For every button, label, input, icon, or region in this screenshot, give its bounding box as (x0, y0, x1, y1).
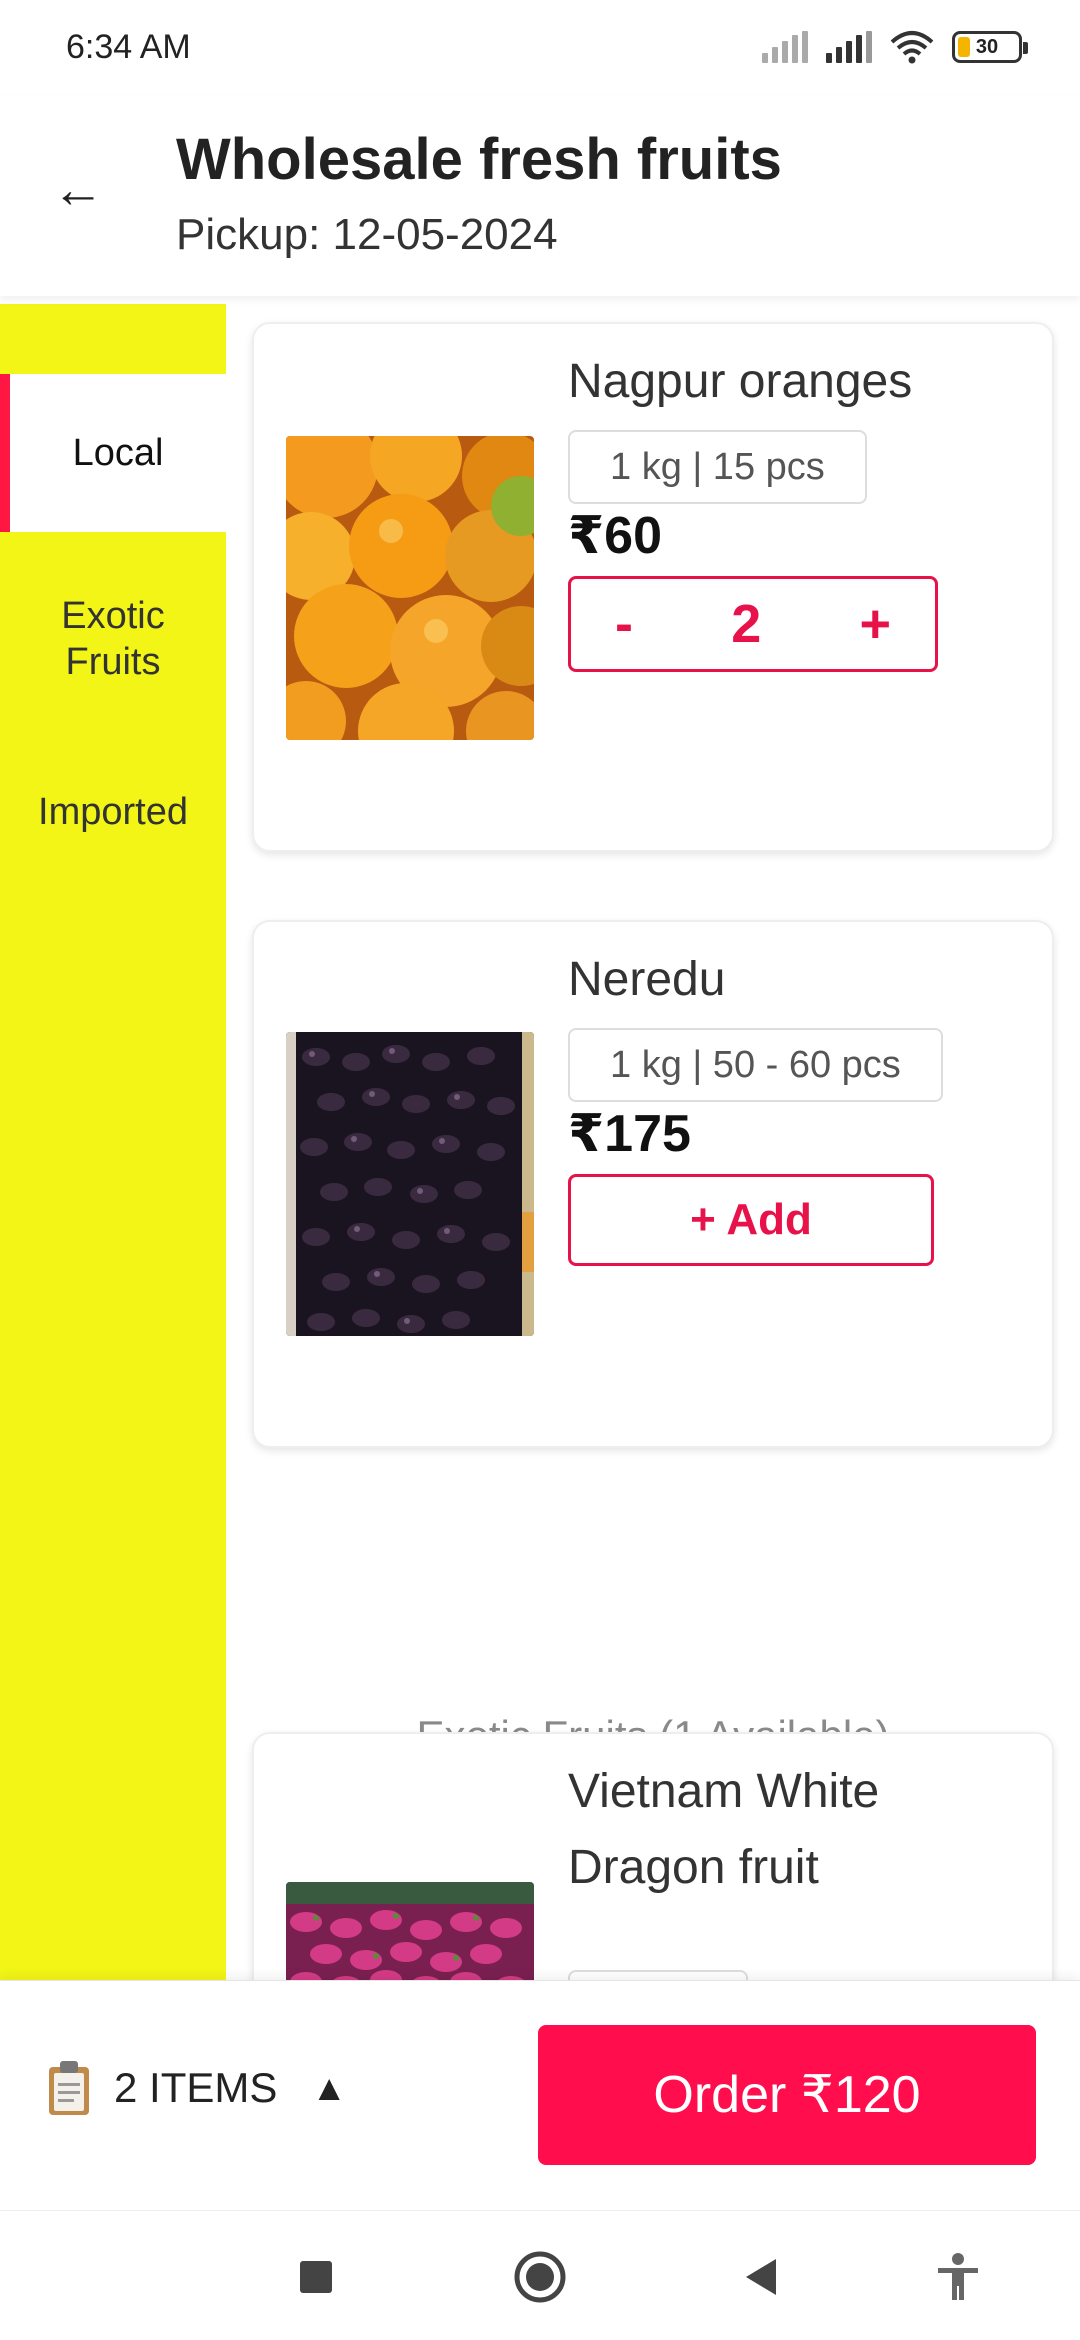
pickup-date: Pickup: 12-05-2024 (176, 210, 558, 259)
home-icon[interactable] (512, 2249, 568, 2305)
clipboard-icon (49, 2061, 89, 2115)
battery-icon: 30 (952, 31, 1028, 63)
status-icons: 30 (762, 30, 1028, 64)
sidebar-item-exotic-fruits[interactable]: Exotic Fruits (0, 584, 226, 694)
recents-icon[interactable] (288, 2249, 344, 2305)
product-name: Neredu (568, 953, 726, 1006)
quantity-stepper: - 2 + (568, 576, 938, 672)
product-price: ₹175 (568, 1105, 691, 1163)
cart-summary[interactable]: 2 ITEMS ▲ (46, 2059, 347, 2117)
product-name: Nagpur oranges (568, 355, 913, 408)
product-unit (568, 1970, 748, 1980)
sidebar-item-local[interactable]: Local (0, 374, 226, 532)
product-card: Vietnam White Dragon fruit (252, 1732, 1054, 1980)
product-card: Nagpur oranges 1 kg | 15 pcs ₹60 - 2 + (252, 322, 1054, 852)
sidebar-item-imported[interactable]: Imported (0, 782, 226, 842)
back-arrow-icon[interactable]: ← (52, 160, 112, 220)
battery-level: 30 (975, 35, 999, 58)
product-card: Neredu 1 kg | 50 - 60 pcs ₹175 + Add (252, 920, 1054, 1448)
caret-up-icon: ▲ (311, 2067, 348, 2108)
jamun-image (286, 1032, 534, 1336)
app-header: ← Wholesale fresh fruits Pickup: 12-05-2… (0, 96, 1080, 296)
product-price: ₹60 (568, 507, 663, 565)
sidebar-item-label: Imported (38, 791, 188, 833)
product-unit: 1 kg | 50 - 60 pcs (568, 1028, 943, 1102)
product-name: Vietnam White Dragon fruit (568, 1765, 880, 1894)
category-sidebar: Local Exotic Fruits Imported (0, 304, 226, 1984)
order-bar: 2 ITEMS ▲ Order ₹120 (0, 1980, 1080, 2210)
status-time: 6:34 AM (66, 28, 191, 66)
add-button[interactable]: + Add (568, 1174, 934, 1266)
back-icon[interactable] (732, 2249, 788, 2305)
cart-items-count: 2 ITEMS (114, 2064, 278, 2111)
system-nav-bar (0, 2210, 1080, 2340)
product-unit: 1 kg | 15 pcs (568, 430, 867, 504)
decrement-button[interactable]: - (615, 593, 633, 655)
sidebar-item-label: Local (72, 432, 164, 474)
quantity-value: 2 (731, 594, 762, 654)
wifi-icon (890, 31, 934, 64)
product-list: Nagpur oranges 1 kg | 15 pcs ₹60 - 2 + N… (226, 304, 1080, 1980)
page-title: Wholesale fresh fruits (176, 127, 782, 192)
sidebar-item-label: Exotic Fruits (61, 595, 165, 683)
accessibility-icon[interactable] (930, 2249, 986, 2305)
oranges-image (286, 436, 534, 740)
dragon-fruit-image (286, 1882, 534, 1980)
status-bar: 6:34 AM 30 (0, 0, 1080, 96)
signal-icon-2 (826, 31, 872, 63)
signal-icon (762, 31, 808, 63)
order-button[interactable]: Order ₹120 (538, 2025, 1036, 2165)
increment-button[interactable]: + (859, 593, 891, 655)
